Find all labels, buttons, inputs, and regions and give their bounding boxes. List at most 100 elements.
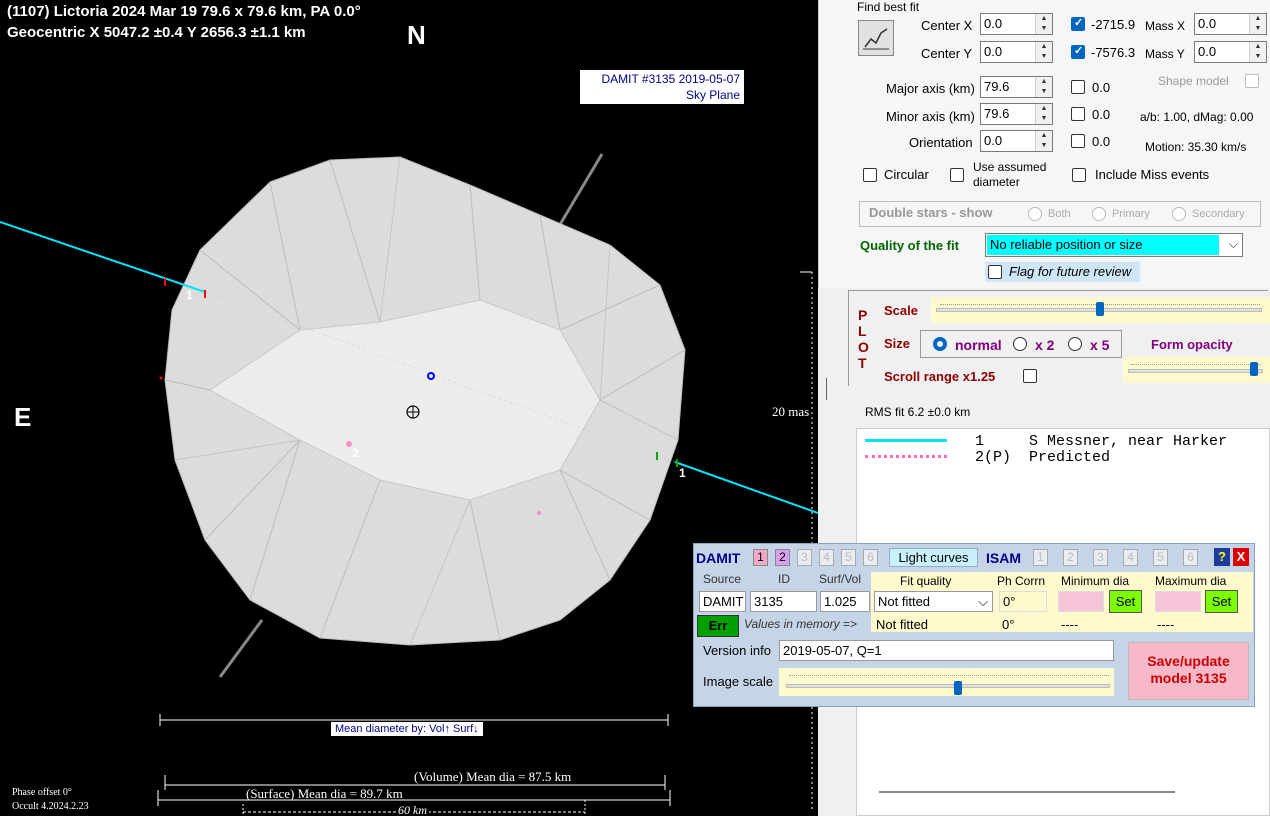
center-x-input[interactable]: 0.0 ▲ ▼ <box>980 13 1053 35</box>
orientation-checkbox[interactable] <box>1071 134 1085 148</box>
plot-group-label: PLOT <box>858 307 869 371</box>
use-assumed-checkbox[interactable] <box>950 168 964 182</box>
damit-model-1[interactable]: 1 <box>753 549 768 566</box>
volume-mean-dia: (Volume) Mean dia = 87.5 km <box>414 769 572 784</box>
quality-fit-dropdown[interactable]: No reliable position or size ⌵ <box>985 233 1243 257</box>
memory-max-dia: ---- <box>1157 617 1175 632</box>
err-button[interactable]: Err <box>697 615 739 637</box>
scale-slider-thumb[interactable] <box>1096 302 1104 316</box>
damit-dialog: DAMIT 1 2 3 4 5 6 Light curves ISAM 1 2 … <box>693 543 1255 707</box>
include-miss-label: Include Miss events <box>1095 167 1210 182</box>
both-radio[interactable] <box>1028 207 1042 221</box>
image-scale-slider-thumb[interactable] <box>954 681 962 695</box>
east-label: E <box>14 402 32 432</box>
isam-model-3[interactable]: 3 <box>1093 549 1108 566</box>
image-scale-label: Image scale <box>703 674 774 689</box>
scroll-range-label: Scroll range x1.25 <box>884 369 996 384</box>
minor-axis-input[interactable]: 79.6 ▲ ▼ <box>980 103 1053 125</box>
damit-model-3[interactable]: 3 <box>797 549 812 566</box>
chevron-down-icon: ⌵ <box>978 594 988 609</box>
flag-review-checkbox[interactable] <box>988 265 1002 279</box>
help-icon[interactable]: ? <box>1214 548 1230 566</box>
isam-model-6[interactable]: 6 <box>1183 549 1198 566</box>
center-x-checkbox[interactable] <box>1071 16 1085 31</box>
max-dia-field[interactable] <box>1155 591 1201 612</box>
scroll-range-checkbox[interactable] <box>1023 369 1037 383</box>
opacity-slider-thumb[interactable] <box>1250 362 1258 376</box>
damit-model-6[interactable]: 6 <box>863 549 878 566</box>
mass-y-value: 0.0 <box>1198 44 1217 59</box>
image-scale-slider-track[interactable] <box>786 684 1110 688</box>
set-min-dia-button[interactable]: Set <box>1109 590 1142 613</box>
mass-y-spinner[interactable]: ▲ ▼ <box>1249 42 1266 62</box>
secondary-radio[interactable] <box>1172 207 1186 221</box>
damit-model-4[interactable]: 4 <box>819 549 834 566</box>
flag-review-label: Flag for future review <box>1009 264 1132 279</box>
set-max-dia-button[interactable]: Set <box>1205 590 1238 613</box>
mean-diameter-button[interactable]: Mean diameter by: Vol↑ Surf↓ <box>331 722 483 736</box>
min-dia-header: Minimum dia <box>1061 574 1130 588</box>
close-icon[interactable]: X <box>1233 548 1249 566</box>
chevron-down-icon: ⌵ <box>1228 237 1238 251</box>
center-x-value: 0.0 <box>984 16 1003 31</box>
light-curves-button[interactable]: Light curves <box>889 548 978 567</box>
chord-1-end-label: 1 <box>679 466 686 480</box>
shape-model-checkbox[interactable] <box>1245 74 1259 88</box>
center-x-spinner[interactable]: ▲ ▼ <box>1035 14 1052 34</box>
damit-model-label: DAMIT #3135 2019-05-07 Sky Plane <box>580 70 744 104</box>
orientation-spinner[interactable]: ▲ ▼ <box>1035 131 1052 151</box>
ph-corr-field[interactable]: 0° <box>999 591 1047 612</box>
minor-axis-checkbox[interactable] <box>1071 107 1085 121</box>
opacity-slider-track[interactable] <box>1128 369 1263 373</box>
size-x2-radio[interactable] <box>1013 337 1027 351</box>
find-best-fit-label: Find best fit <box>857 0 920 14</box>
fit-quality-dropdown[interactable]: Not fitted ⌵ <box>874 591 993 612</box>
include-miss-checkbox[interactable] <box>1072 168 1086 182</box>
version-info-field[interactable]: 2019-05-07, Q=1 <box>779 640 1114 661</box>
plot-title-line2: Geocentric X 5047.2 ±0.4 Y 2656.3 ±1.1 k… <box>7 24 306 41</box>
quality-fit-label: Quality of the fit <box>860 238 959 253</box>
major-axis-checkbox[interactable] <box>1071 80 1085 94</box>
major-axis-input[interactable]: 79.6 ▲ ▼ <box>980 76 1053 98</box>
orientation-label: Orientation <box>909 135 973 150</box>
save-update-model-button[interactable]: Save/update model 3135 <box>1128 642 1249 700</box>
surfvol-header: Surf/Vol <box>819 572 862 586</box>
isam-model-2[interactable]: 2 <box>1063 549 1078 566</box>
damit-model-5[interactable]: 5 <box>841 549 856 566</box>
fit-quality-header: Fit quality <box>900 574 952 588</box>
mass-x-input[interactable]: 0.0 ▲ ▼ <box>1194 13 1267 35</box>
max-dia-header: Maximum dia <box>1155 574 1227 588</box>
chord-line-1 <box>0 221 206 293</box>
center-x-fit-value: -2715.9 <box>1091 17 1136 32</box>
major-axis-spinner[interactable]: ▲ ▼ <box>1035 77 1052 97</box>
minor-axis-label: Minor axis (km) <box>886 109 975 124</box>
isam-model-1[interactable]: 1 <box>1033 549 1048 566</box>
mass-y-input[interactable]: 0.0 ▲ ▼ <box>1194 41 1267 63</box>
values-memory-label: Values in memory => <box>744 617 857 631</box>
major-axis-label: Major axis (km) <box>886 81 975 96</box>
center-y-checkbox[interactable] <box>1071 44 1085 59</box>
orientation-input[interactable]: 0.0 ▲ ▼ <box>980 130 1053 152</box>
legend-scrollbar[interactable] <box>879 791 1175 793</box>
find-best-fit-button[interactable] <box>858 20 894 56</box>
primary-radio[interactable] <box>1092 207 1106 221</box>
damit-model-2[interactable]: 2 <box>775 549 790 566</box>
orientation-value: 0.0 <box>984 133 1003 148</box>
shape-model-label: Shape model <box>1158 74 1229 88</box>
mass-x-spinner[interactable]: ▲ ▼ <box>1249 14 1266 34</box>
source-header: Source <box>703 572 742 586</box>
isam-model-4[interactable]: 4 <box>1123 549 1138 566</box>
center-y-spinner[interactable]: ▲ ▼ <box>1035 42 1052 62</box>
id-header: ID <box>778 572 790 586</box>
center-y-input[interactable]: 0.0 ▲ ▼ <box>980 41 1053 63</box>
min-dia-field[interactable] <box>1058 591 1104 612</box>
isam-model-5[interactable]: 5 <box>1153 549 1168 566</box>
circular-checkbox[interactable] <box>863 168 877 182</box>
fit-quality-value: Not fitted <box>878 594 931 609</box>
size-x5-radio[interactable] <box>1068 337 1082 351</box>
orientation-fit-value: 0.0 <box>1092 134 1111 149</box>
minor-axis-spinner[interactable]: ▲ ▼ <box>1035 104 1052 124</box>
legend-item-1-num: 1 <box>975 433 985 450</box>
size-normal-radio[interactable] <box>933 337 947 351</box>
use-assumed-label: Use assumed diameter <box>973 160 1047 189</box>
